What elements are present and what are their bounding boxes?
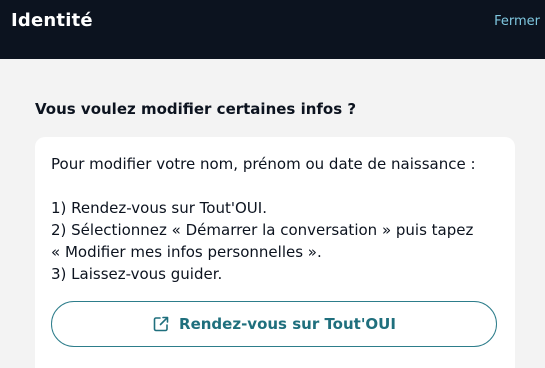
header-bar: Identité Fermer xyxy=(0,0,545,59)
instructions-text: Pour modifier votre nom, prénom ou date … xyxy=(51,153,491,285)
section-title: Vous voulez modifier certaines infos ? xyxy=(35,100,357,118)
goto-toutoui-button[interactable]: Rendez-vous sur Tout'OUI xyxy=(51,301,497,347)
external-link-icon xyxy=(152,315,170,333)
close-link[interactable]: Fermer xyxy=(494,14,540,29)
step-3: 3) Laissez-vous guider. xyxy=(51,265,223,283)
intro-text: Pour modifier votre nom, prénom ou date … xyxy=(51,155,476,173)
info-card: Pour modifier votre nom, prénom ou date … xyxy=(35,137,515,368)
step-2-continued: « Modifier mes infos personnelles ». xyxy=(51,243,322,261)
goto-toutoui-label: Rendez-vous sur Tout'OUI xyxy=(179,315,396,333)
step-1: 1) Rendez-vous sur Tout'OUI. xyxy=(51,199,267,217)
step-2: 2) Sélectionnez « Démarrer la conversati… xyxy=(51,221,474,239)
page-title: Identité xyxy=(11,10,93,31)
